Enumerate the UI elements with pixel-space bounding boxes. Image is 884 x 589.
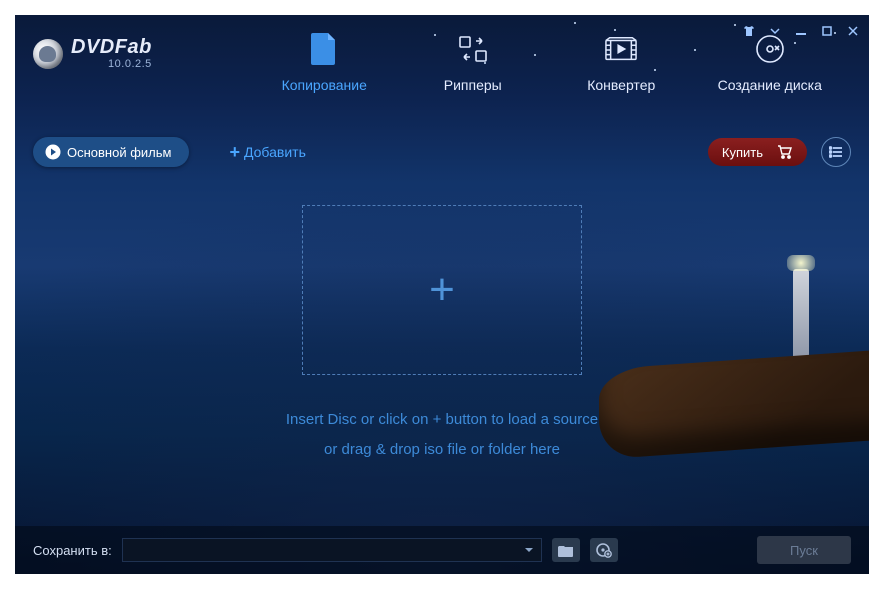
disc-icon xyxy=(754,33,786,65)
app-name: DVDFab xyxy=(71,37,152,57)
file-icon xyxy=(308,33,340,65)
drop-zone[interactable]: + xyxy=(302,205,582,375)
drop-hint-line1: Insert Disc or click on + button to load… xyxy=(15,405,869,435)
tab-ripper[interactable]: Рипперы xyxy=(404,33,543,115)
start-button[interactable]: Пуск xyxy=(757,536,851,564)
start-label: Пуск xyxy=(790,543,818,558)
close-icon[interactable] xyxy=(847,25,859,37)
buy-label: Купить xyxy=(722,145,763,160)
drop-hint-line2: or drag & drop iso file or folder here xyxy=(15,435,869,465)
tab-label: Рипперы xyxy=(444,77,502,93)
main-movie-label: Основной фильм xyxy=(67,145,171,160)
tab-label: Конвертер xyxy=(587,77,655,93)
save-path-select[interactable] xyxy=(122,538,542,562)
shirt-icon[interactable] xyxy=(743,25,755,37)
browse-folder-button[interactable] xyxy=(552,538,580,562)
tab-creator[interactable]: Создание диска xyxy=(701,33,840,115)
tab-label: Копирование xyxy=(282,77,367,93)
add-button[interactable]: + Добавить xyxy=(229,142,305,163)
folder-icon xyxy=(558,544,574,557)
ripper-icon xyxy=(457,33,489,65)
disc-small-icon xyxy=(596,542,612,558)
cart-icon xyxy=(777,144,793,160)
task-list-button[interactable] xyxy=(821,137,851,167)
minimize-icon[interactable] xyxy=(795,25,807,37)
app-logo: DVDFab 10.0.2.5 xyxy=(33,37,152,70)
app-version: 10.0.2.5 xyxy=(108,59,152,70)
plus-icon: + xyxy=(429,265,455,315)
arrow-right-circle-icon xyxy=(45,144,61,160)
save-to-label: Сохранить в: xyxy=(33,543,112,558)
tab-label: Создание диска xyxy=(718,77,822,93)
iso-button[interactable] xyxy=(590,538,618,562)
dropdown-icon[interactable] xyxy=(769,25,781,37)
plus-icon: + xyxy=(229,142,240,163)
buy-button[interactable]: Купить xyxy=(708,138,807,166)
list-icon xyxy=(829,146,843,158)
add-label: Добавить xyxy=(244,144,306,160)
tab-converter[interactable]: Конвертер xyxy=(552,33,691,115)
logo-mark-icon xyxy=(33,39,63,69)
maximize-icon[interactable] xyxy=(821,25,833,37)
main-movie-button[interactable]: Основной фильм xyxy=(33,137,189,167)
tab-copy[interactable]: Копирование xyxy=(255,33,394,115)
converter-icon xyxy=(605,33,637,65)
